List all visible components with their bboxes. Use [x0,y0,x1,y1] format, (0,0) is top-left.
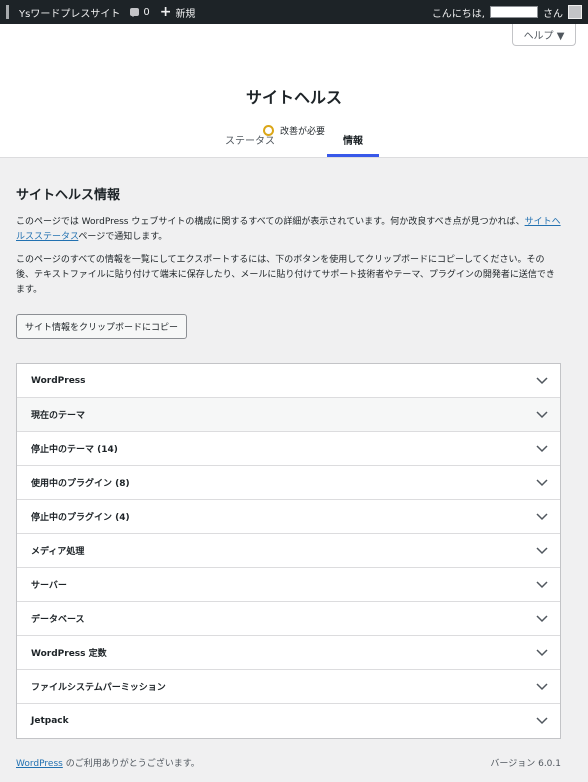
accordion-label: 使用中のプラグイン (8) [31,479,130,489]
accordion-label: WordPress 定数 [31,649,107,659]
my-account[interactable]: こんにちは, さん [432,5,582,20]
avatar[interactable] [568,5,582,19]
accordion-item[interactable]: 使用中のプラグイン (8) [17,466,560,500]
section-title: サイトヘルス情報 [16,188,121,203]
accordion-label: 停止中のプラグイン (4) [31,513,130,523]
tab-info[interactable]: 情報 [327,132,379,157]
intro-suffix: ページで通知します。 [78,232,168,242]
comments-count: 0 [143,6,150,18]
chevron-down-icon [536,444,548,452]
chevron-down-icon [536,512,548,520]
chevron-down-icon [536,717,548,725]
accordion-item[interactable]: ファイルシステムパーミッション [17,670,560,704]
footer-thanks: WordPress のご利用ありがとうございます。 [16,756,200,769]
greeting: こんにちは, [431,8,485,20]
accordion-label: サーバー [31,581,67,591]
site-name: Ysワードプレスサイト [19,8,121,20]
main-content: サイトヘルス情報 このページでは WordPress ウェブサイトの構成に関する… [0,184,588,739]
site-name-link[interactable]: Ysワードプレスサイト [19,5,120,20]
comments-link[interactable]: 0 [130,6,150,18]
accordion-label: Jetpack [31,716,69,726]
accordion-item[interactable]: Jetpack [17,704,560,738]
new-label: 新規 [175,8,196,20]
chevron-down-icon [536,376,548,384]
accordion-item[interactable]: データベース [17,602,560,636]
copy-to-clipboard-button[interactable]: サイト情報をクリップボードにコピー [16,314,188,339]
tab-bar: ステータス 情報 [0,132,588,157]
accordion-item[interactable]: 停止中のプラグイン (4) [17,500,560,534]
wordpress-logo-icon[interactable] [6,5,9,19]
chevron-down-icon [536,410,548,418]
tab-status[interactable]: ステータス [209,132,291,157]
help-label: ヘルプ ▼ [523,31,565,42]
chevron-down-icon [536,648,548,656]
new-content-link[interactable]: + 新規 [160,5,196,20]
accordion-label: メディア処理 [31,547,85,557]
chevron-down-icon [536,546,548,554]
accordion-label: 停止中のテーマ (14) [31,445,118,455]
chevron-down-icon [536,580,548,588]
chevron-down-icon [536,614,548,622]
accordion-item[interactable]: 停止中のテーマ (14) [17,432,560,466]
accordion-item[interactable]: WordPress [17,364,560,398]
redacted-username [490,6,538,18]
help-button[interactable]: ヘルプ ▼ [512,24,576,46]
wordpress-link[interactable]: WordPress [16,759,63,769]
intro-text: このページでは WordPress ウェブサイトの構成に関するすべての詳細が表示… [16,217,525,227]
chevron-down-icon [536,478,548,486]
page-title: サイトヘルス [245,88,342,107]
export-paragraph: このページのすべての情報を一覧にしてエクスポートするには、下のボタンを使用してク… [16,255,555,295]
version-text: バージョン 6.0.1 [490,759,561,769]
thanks-text: のご利用ありがとうございます。 [62,759,200,769]
accordion-item[interactable]: サーバー [17,568,560,602]
accordion-label: 現在のテーマ [31,411,86,421]
chevron-down-icon [536,682,548,690]
plus-icon: + [159,4,172,20]
accordion-label: WordPress [31,375,86,386]
site-health-header: ヘルプ ▼ サイトヘルス 改善が必要 ステータス 情報 [0,24,588,158]
accordion-item[interactable]: WordPress 定数 [17,636,560,670]
info-accordion: WordPress 現在のテーマ 停止中のテーマ (14) 使用中のプラグイン … [16,363,561,739]
accordion-label: データベース [31,615,85,625]
intro-paragraph: このページでは WordPress ウェブサイトの構成に関するすべての詳細が表示… [16,215,561,245]
greeting-suffix: さん [543,8,563,20]
comment-icon [130,8,140,17]
footer: WordPress のご利用ありがとうございます。 バージョン 6.0.1 [16,756,561,769]
accordion-item[interactable]: 現在のテーマ [17,398,560,432]
accordion-item[interactable]: メディア処理 [17,534,560,568]
accordion-label: ファイルシステムパーミッション [31,683,166,693]
admin-bar: Ysワードプレスサイト 0 + 新規 こんにちは, さん [0,0,588,24]
